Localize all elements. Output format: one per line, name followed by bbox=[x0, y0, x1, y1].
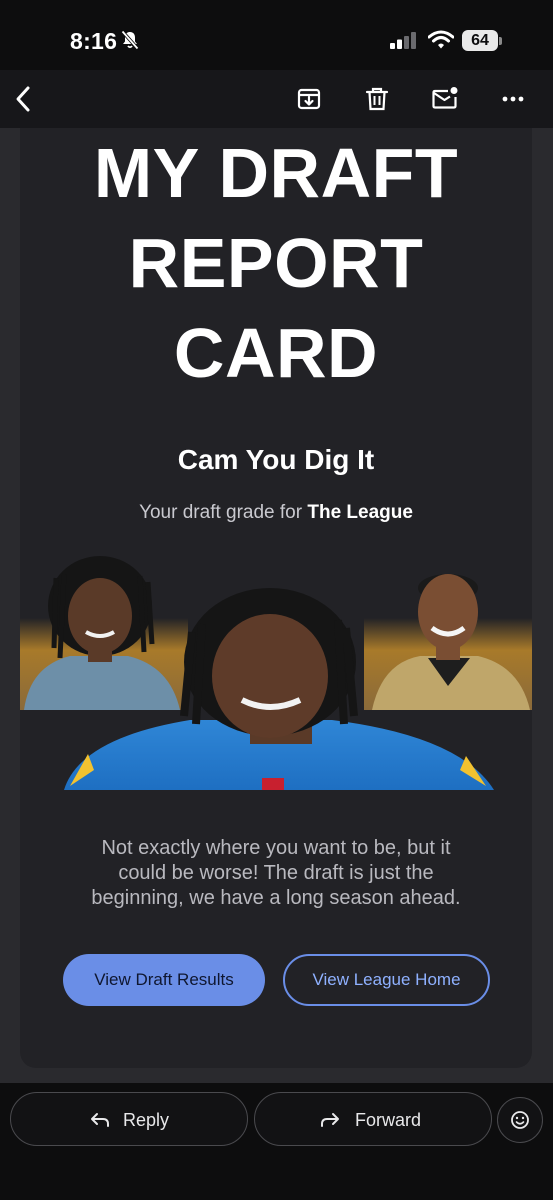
emoji-reaction-icon bbox=[511, 1111, 529, 1129]
view-league-home-button[interactable]: View League Home bbox=[283, 954, 490, 1006]
league-name: The League bbox=[307, 502, 413, 523]
trash-icon[interactable] bbox=[362, 84, 392, 114]
archive-icon[interactable] bbox=[294, 84, 324, 114]
forward-button[interactable]: Forward bbox=[254, 1092, 492, 1146]
battery-nub bbox=[499, 37, 502, 45]
title-line: MY DRAFT bbox=[93, 134, 459, 212]
status-time: 8:16 bbox=[70, 28, 118, 54]
forward-arrow-icon bbox=[319, 1109, 341, 1136]
grade-prefix: Your draft grade for bbox=[139, 502, 308, 523]
player-photos bbox=[20, 548, 532, 793]
title-line: REPORT bbox=[128, 224, 424, 302]
draft-message: Not exactly where you want to be, but it… bbox=[91, 837, 461, 909]
wifi-icon bbox=[427, 30, 455, 55]
battery-icon: 64 bbox=[462, 30, 498, 51]
view-draft-results-button[interactable]: View Draft Results bbox=[63, 954, 265, 1006]
bell-muted-icon bbox=[121, 30, 139, 55]
reply-arrow-icon bbox=[89, 1109, 111, 1136]
status-bar: 8:16 64 bbox=[0, 0, 553, 70]
forward-label: Forward bbox=[355, 1110, 422, 1130]
title-line: CARD bbox=[173, 314, 379, 392]
more-options-icon[interactable] bbox=[498, 84, 528, 114]
email-toolbar bbox=[0, 70, 553, 128]
emoji-reaction-button[interactable] bbox=[497, 1097, 543, 1143]
cellular-signal-icon bbox=[390, 32, 418, 54]
report-card-title: MY DRAFT REPORT CARD bbox=[20, 128, 532, 398]
reply-label: Reply bbox=[123, 1110, 170, 1130]
grade-line: Your draft grade for The League bbox=[20, 502, 532, 524]
mark-unread-icon[interactable] bbox=[430, 84, 460, 114]
reply-button[interactable]: Reply bbox=[10, 1092, 248, 1146]
team-name: Cam You Dig It bbox=[177, 444, 375, 475]
back-chevron-icon[interactable] bbox=[10, 84, 40, 114]
